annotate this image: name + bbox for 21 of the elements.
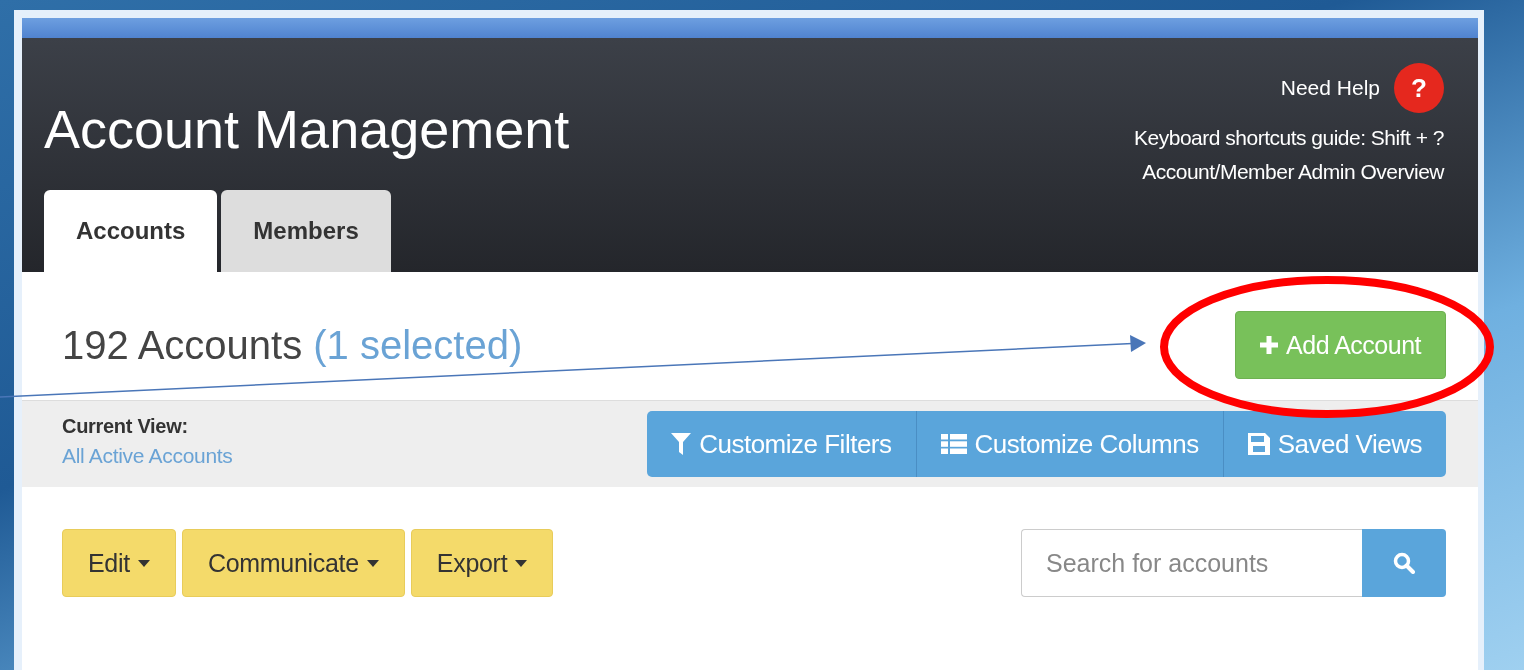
plus-icon: [1260, 336, 1279, 354]
help-label: Need Help: [1280, 76, 1380, 100]
overview-link[interactable]: Account/Member Admin Overview: [1142, 155, 1444, 189]
action-dropdown[interactable]: Export: [410, 529, 554, 597]
account-count: 192 Accounts (1 selected): [62, 322, 523, 368]
search-field[interactable]: Search for accounts: [1021, 529, 1362, 597]
search-button[interactable]: [1362, 529, 1446, 597]
page-title: Account Management: [44, 98, 570, 160]
help-button[interactable]: ?: [1394, 63, 1444, 113]
caret-icon: [137, 559, 150, 567]
shortcuts-text: Keyboard shortcuts guide: Shift + ?: [1134, 125, 1444, 151]
search-icon: [1393, 552, 1415, 574]
list-icon: [940, 434, 967, 454]
caret-icon: [515, 559, 528, 567]
filter-icon: [671, 433, 692, 455]
caret-icon: [366, 559, 379, 567]
tab[interactable]: Accounts: [44, 190, 218, 272]
action-dropdown[interactable]: Communicate: [181, 529, 405, 597]
action-dropdown[interactable]: Edit: [62, 529, 176, 597]
tab[interactable]: Members: [221, 190, 391, 272]
current-view-label: Current View:: [62, 415, 189, 438]
